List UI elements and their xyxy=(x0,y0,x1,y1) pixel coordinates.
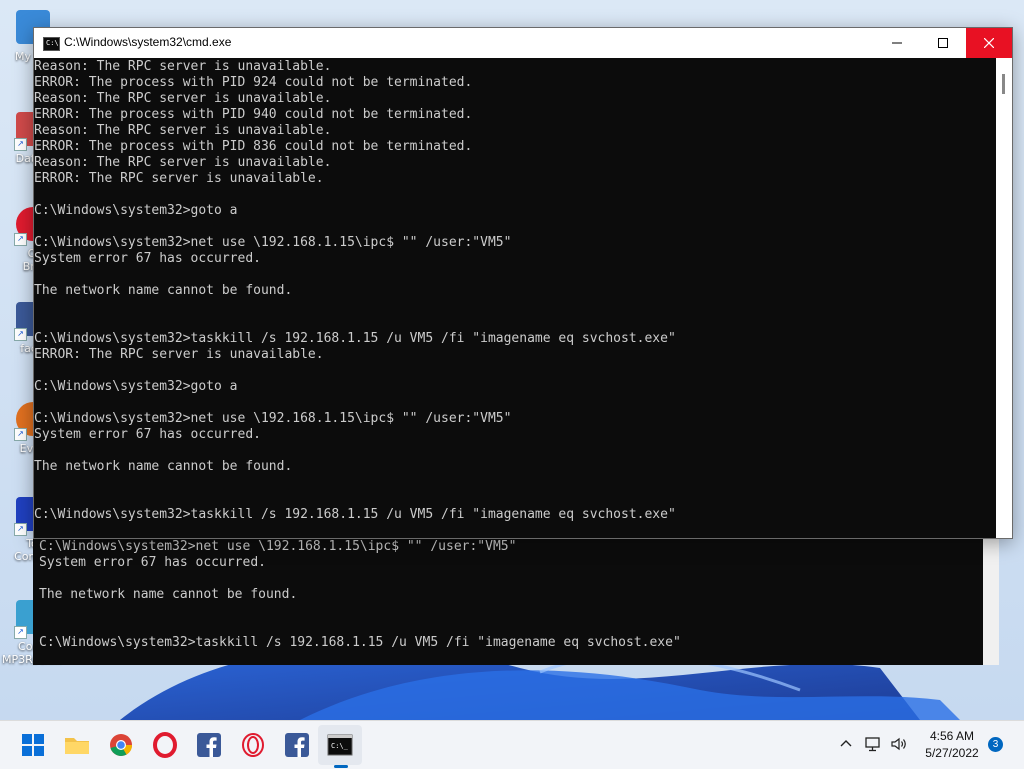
shortcut-arrow-icon: ↗ xyxy=(14,138,27,151)
volume-button[interactable] xyxy=(890,735,908,753)
show-hidden-icons-button[interactable] xyxy=(838,735,854,751)
shortcut-arrow-icon: ↗ xyxy=(14,523,27,536)
shortcut-arrow-icon: ↗ xyxy=(14,233,27,246)
start-button[interactable] xyxy=(19,731,47,759)
svg-text:C:\_: C:\_ xyxy=(331,742,349,750)
title-bar[interactable]: C:\ C:\Windows\system32\cmd.exe xyxy=(34,28,1012,58)
taskbar-opera[interactable] xyxy=(151,731,179,759)
folder-icon xyxy=(65,738,89,754)
taskbar: C:\_ 4:56 AM 5/27/2022 3 xyxy=(0,720,1024,769)
opera-outline-icon xyxy=(242,733,264,757)
shortcut-arrow-icon: ↗ xyxy=(14,428,27,441)
shortcut-arrow-icon: ↗ xyxy=(14,328,27,341)
window-title: C:\Windows\system32\cmd.exe xyxy=(64,35,232,49)
speaker-icon xyxy=(891,737,906,751)
taskbar-facebook[interactable] xyxy=(195,731,223,759)
close-button[interactable] xyxy=(966,28,1012,58)
facebook-icon xyxy=(197,733,221,757)
minimize-icon xyxy=(892,42,902,44)
clock-time[interactable]: 4:56 AM xyxy=(916,729,988,743)
close-icon xyxy=(984,38,994,48)
background-console-output: C:\Windows\system32>net use \192.168.1.1… xyxy=(39,539,681,650)
chrome-icon xyxy=(110,734,132,756)
chevron-up-icon xyxy=(840,740,852,747)
maximize-button[interactable] xyxy=(920,28,966,58)
taskbar-cmd[interactable]: C:\_ xyxy=(326,731,354,759)
maximize-icon xyxy=(938,38,948,48)
taskbar-file-explorer[interactable] xyxy=(63,731,91,759)
console-output-area[interactable]: Reason: The RPC server is unavailable. E… xyxy=(34,58,996,538)
windows-start-icon xyxy=(22,734,44,756)
notification-badge[interactable]: 3 xyxy=(988,737,1003,752)
background-console-scrollbar[interactable] xyxy=(983,535,999,665)
console-output: Reason: The RPC server is unavailable. E… xyxy=(34,59,676,522)
minimize-button[interactable] xyxy=(874,28,920,58)
cmd-window[interactable]: C:\ C:\Windows\system32\cmd.exe Reason: … xyxy=(33,27,1013,539)
shortcut-arrow-icon: ↗ xyxy=(14,626,27,639)
opera-icon xyxy=(153,732,177,758)
background-console-window[interactable]: C:\Windows\system32>net use \192.168.1.1… xyxy=(33,535,999,665)
console-scrollbar[interactable] xyxy=(996,58,1012,538)
command-prompt-icon: C:\_ xyxy=(327,734,353,756)
network-icon xyxy=(865,737,880,752)
command-prompt-icon: C:\ xyxy=(43,37,60,51)
clock-date[interactable]: 5/27/2022 xyxy=(916,746,988,760)
taskbar-opera-gx[interactable] xyxy=(239,731,267,759)
facebook-icon xyxy=(285,733,309,757)
network-button[interactable] xyxy=(864,735,882,753)
taskbar-facebook-2[interactable] xyxy=(283,731,311,759)
scrollbar-thumb[interactable] xyxy=(1002,74,1005,94)
taskbar-chrome[interactable] xyxy=(107,731,135,759)
